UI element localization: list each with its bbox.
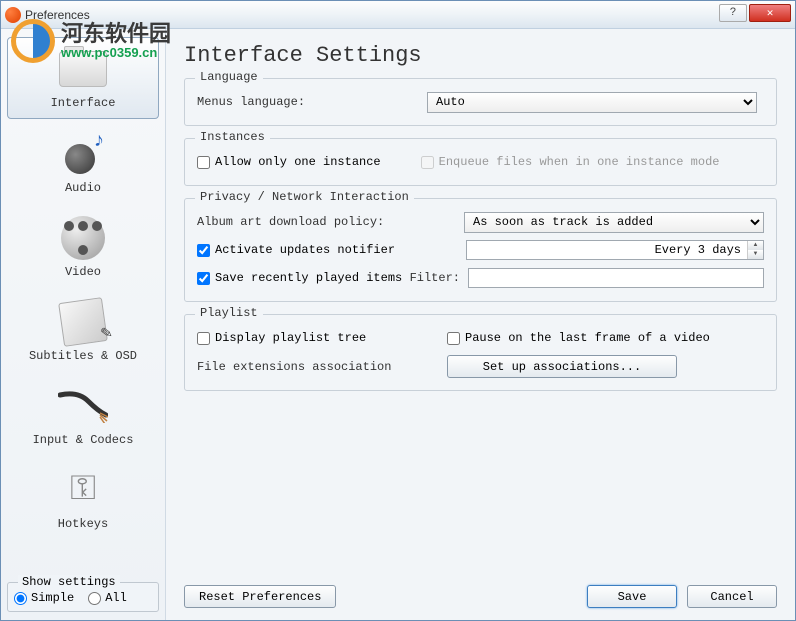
enqueue-files-checkbox: Enqueue files when in one instance mode	[421, 155, 720, 169]
sidebar-item-subtitles[interactable]: Subtitles & OSD	[7, 291, 159, 371]
cable-icon	[58, 389, 108, 423]
footer: Reset Preferences Save Cancel	[184, 577, 777, 608]
group-language: Language Menus language: Auto	[184, 78, 777, 126]
sidebar-item-label: Interface	[10, 96, 156, 110]
reset-preferences-button[interactable]: Reset Preferences	[184, 585, 336, 608]
updates-interval-spinner[interactable]: ▲ ▼	[466, 240, 764, 260]
file-extensions-label: File extensions association	[197, 360, 447, 374]
radio-simple[interactable]: Simple	[14, 591, 74, 605]
sidebar: Interface ♪ Audio Video Subtitles & OSD …	[1, 29, 166, 620]
group-legend: Instances	[195, 130, 270, 144]
page-title: Interface Settings	[184, 43, 777, 68]
filter-label: Filter:	[410, 271, 460, 285]
preferences-window: 河东软件园 www.pc0359.cn Preferences ? ✕ Inte…	[0, 0, 796, 621]
sidebar-item-video[interactable]: Video	[7, 207, 159, 287]
album-art-select[interactable]: As soon as track is added	[464, 212, 764, 233]
sidebar-item-label: Input & Codecs	[9, 433, 157, 447]
radio-all-input[interactable]	[88, 592, 101, 605]
app-icon	[5, 7, 21, 23]
filter-input[interactable]	[468, 268, 764, 288]
setup-associations-button[interactable]: Set up associations...	[447, 355, 677, 378]
group-legend: Privacy / Network Interaction	[195, 190, 414, 204]
spin-up-button[interactable]: ▲	[748, 241, 763, 250]
sidebar-item-label: Video	[9, 265, 157, 279]
save-button[interactable]: Save	[587, 585, 677, 608]
document-pencil-icon	[58, 297, 108, 347]
folder-icon	[59, 51, 107, 87]
sidebar-item-audio[interactable]: ♪ Audio	[7, 123, 159, 203]
speaker-icon: ♪	[61, 132, 105, 176]
window-title: Preferences	[25, 8, 90, 22]
show-settings-group: Show settings Simple All	[7, 582, 159, 612]
show-settings-legend: Show settings	[18, 575, 120, 589]
radio-all[interactable]: All	[88, 591, 127, 605]
updates-interval-input[interactable]	[467, 241, 747, 259]
group-privacy: Privacy / Network Interaction Album art …	[184, 198, 777, 302]
sidebar-item-label: Subtitles & OSD	[9, 349, 157, 363]
cancel-button[interactable]: Cancel	[687, 585, 777, 608]
titlebar: Preferences ? ✕	[1, 1, 795, 29]
radio-simple-input[interactable]	[14, 592, 27, 605]
main-panel: Interface Settings Language Menus langua…	[166, 29, 795, 620]
sidebar-item-input-codecs[interactable]: Input & Codecs	[7, 375, 159, 455]
group-legend: Playlist	[195, 306, 263, 320]
sidebar-item-label: Hotkeys	[9, 517, 157, 531]
group-playlist: Playlist Display playlist tree Pause on …	[184, 314, 777, 391]
sidebar-item-interface[interactable]: Interface	[7, 37, 159, 119]
save-recent-checkbox[interactable]: Save recently played items	[197, 271, 402, 285]
group-legend: Language	[195, 70, 263, 84]
help-button[interactable]: ?	[719, 4, 747, 22]
sidebar-item-label: Audio	[9, 181, 157, 195]
activate-updates-checkbox[interactable]: Activate updates notifier	[197, 243, 395, 257]
spin-down-button[interactable]: ▼	[748, 250, 763, 259]
menus-language-label: Menus language:	[197, 95, 427, 109]
group-instances: Instances Allow only one instance Enqueu…	[184, 138, 777, 186]
pause-last-frame-checkbox[interactable]: Pause on the last frame of a video	[447, 331, 710, 345]
close-button[interactable]: ✕	[749, 4, 791, 22]
key-icon: ⚿	[61, 468, 105, 512]
sidebar-item-hotkeys[interactable]: ⚿ Hotkeys	[7, 459, 159, 539]
allow-one-instance-checkbox[interactable]: Allow only one instance	[197, 155, 381, 169]
album-art-label: Album art download policy:	[197, 215, 384, 229]
menus-language-select[interactable]: Auto	[427, 92, 757, 113]
display-playlist-tree-checkbox[interactable]: Display playlist tree	[197, 331, 447, 345]
film-reel-icon	[61, 216, 105, 260]
